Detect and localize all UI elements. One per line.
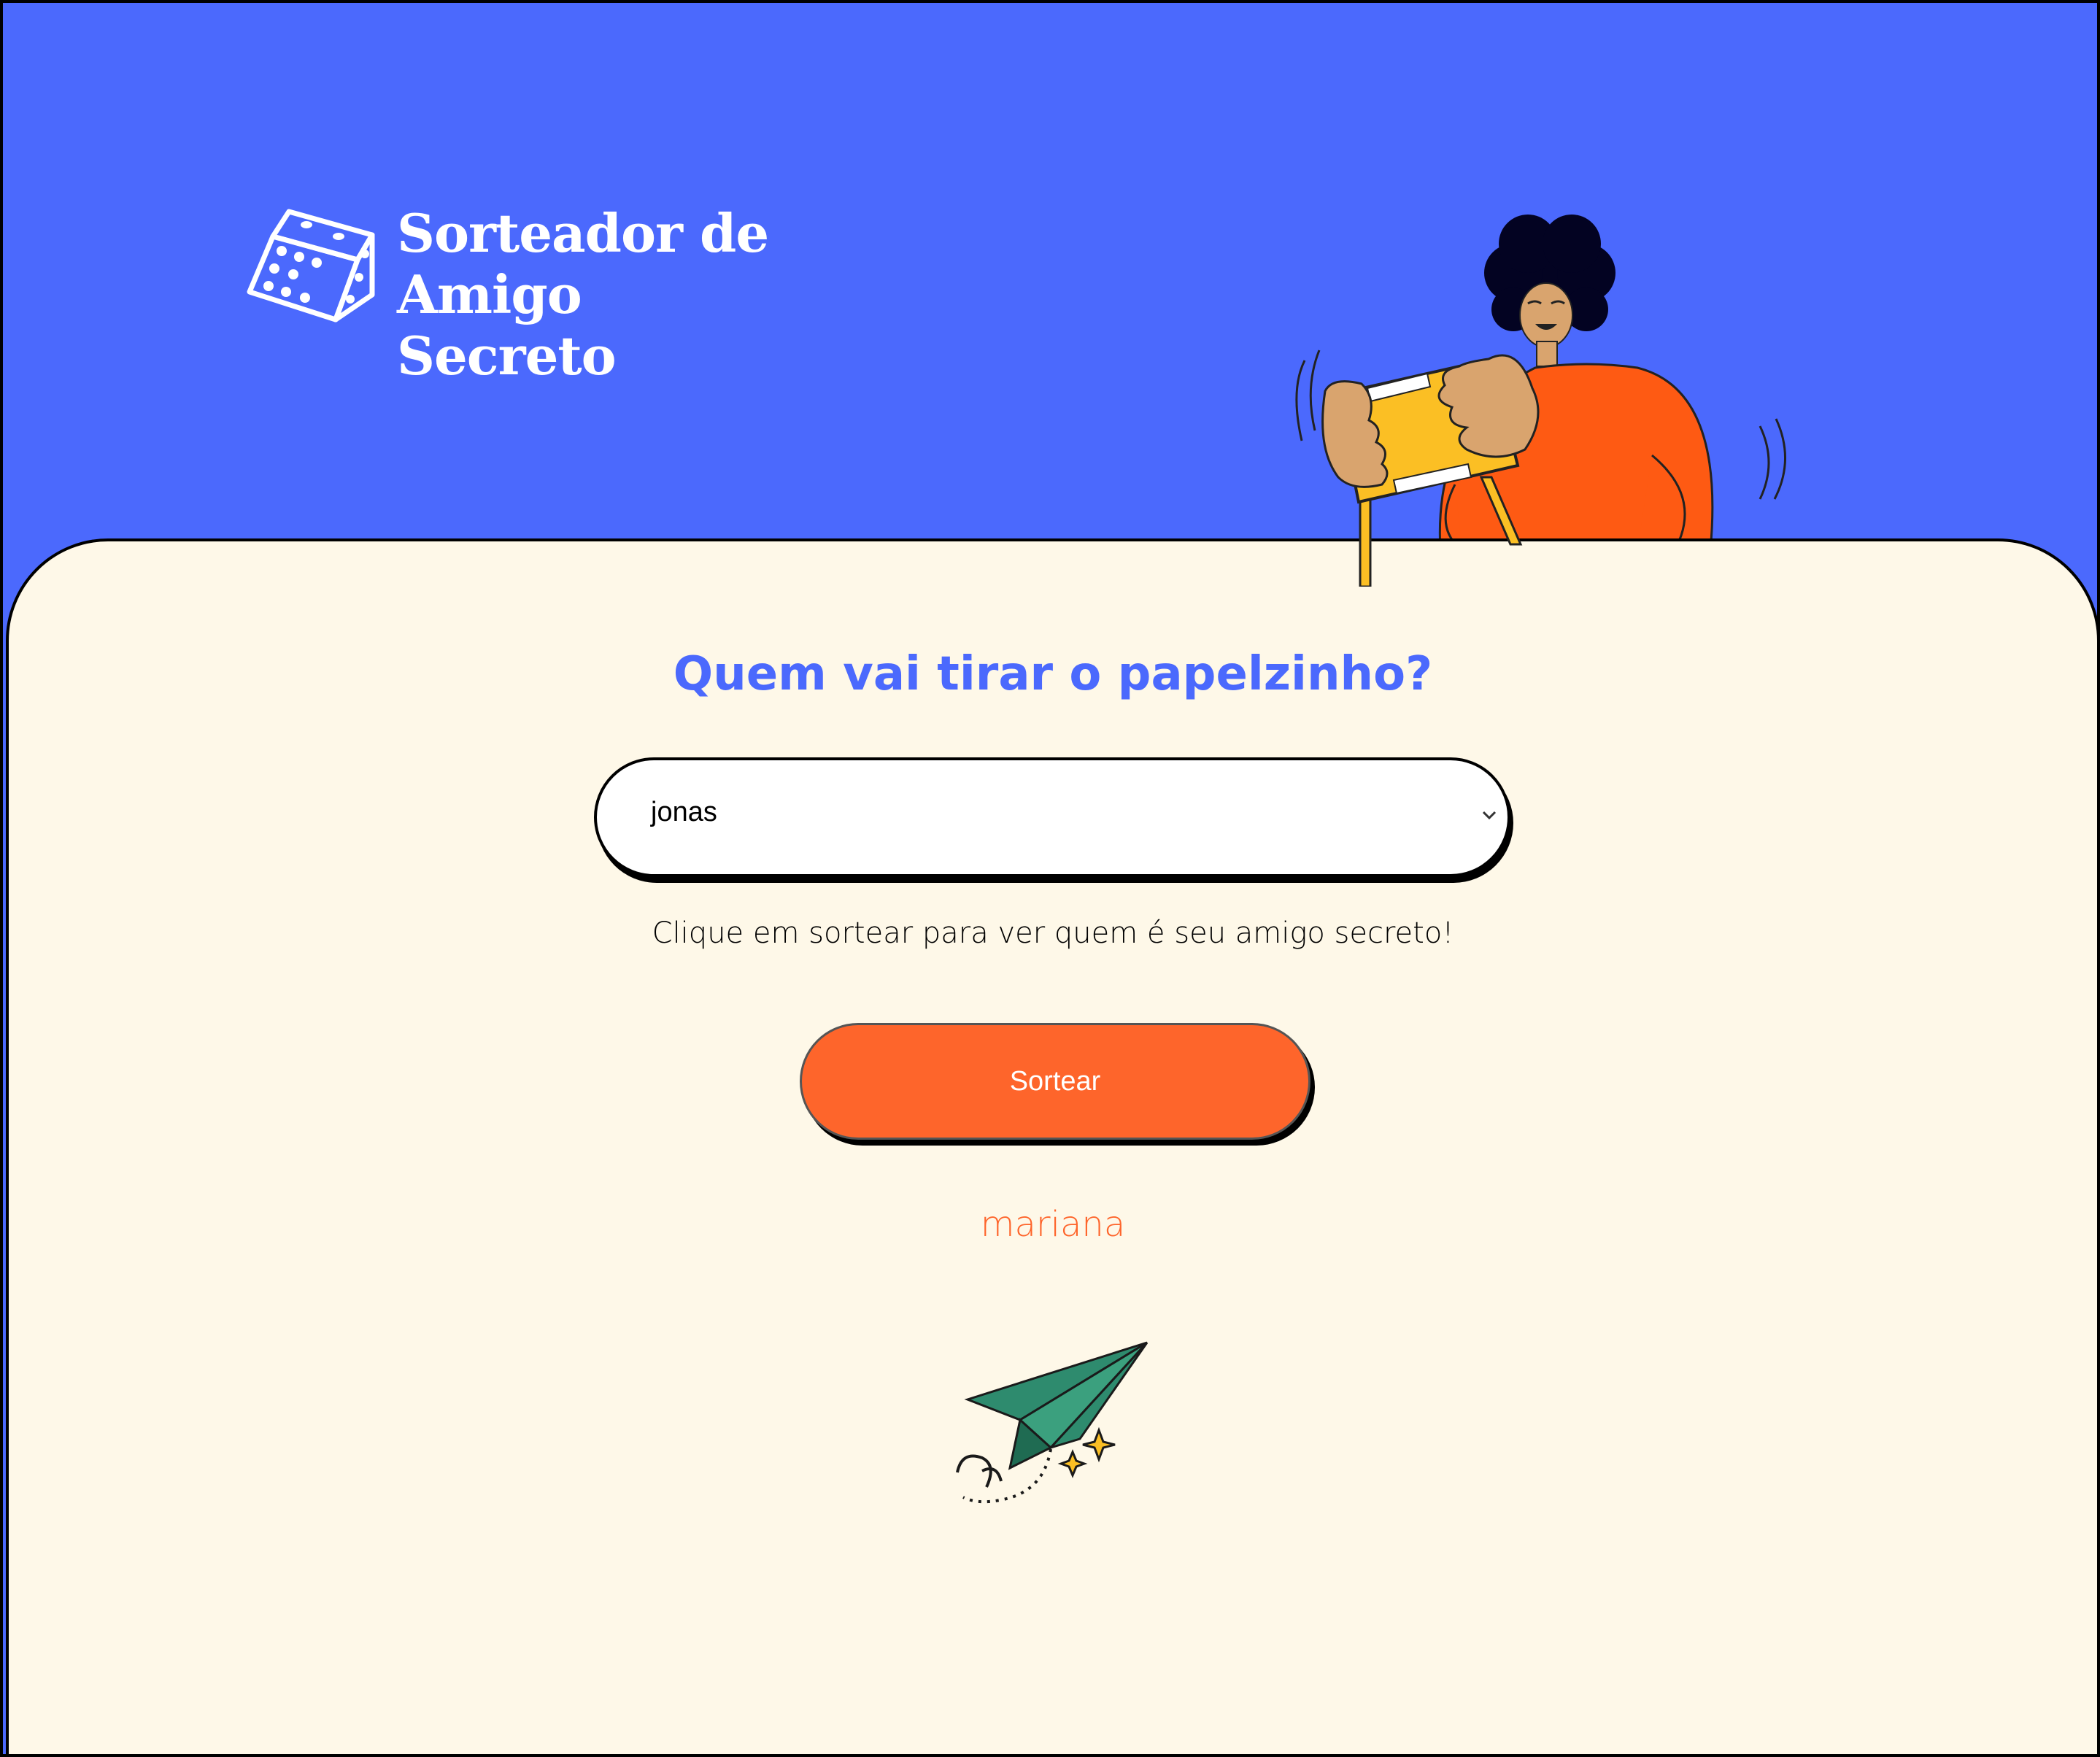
draw-button[interactable]: Sortear xyxy=(800,1023,1310,1140)
paper-plane-icon xyxy=(956,1341,1149,1504)
friend-select[interactable]: jonas xyxy=(594,757,1510,877)
app-logo: Sorteador de Amigo Secreto xyxy=(244,200,769,387)
app-title-line1: Sorteador de xyxy=(397,202,769,264)
page-heading: Quem vai tirar o papelzinho? xyxy=(673,647,1433,701)
person-holding-gift-illustration xyxy=(1438,215,1714,553)
app-title: Sorteador de Amigo Secreto xyxy=(397,203,769,387)
dice-icon xyxy=(247,209,375,323)
app-title-line2: Amigo Secreto xyxy=(397,263,617,387)
content-panel xyxy=(6,538,2097,1754)
page-frame: Sorteador de Amigo Secreto Quem vai tira… xyxy=(0,0,2100,1757)
friend-select-value: jonas xyxy=(651,797,717,827)
instruction-text: Clique em sortear para ver quem é seu am… xyxy=(652,916,1454,950)
draw-result: mariana xyxy=(980,1204,1126,1245)
chevron-down-icon[interactable] xyxy=(1481,810,1497,820)
